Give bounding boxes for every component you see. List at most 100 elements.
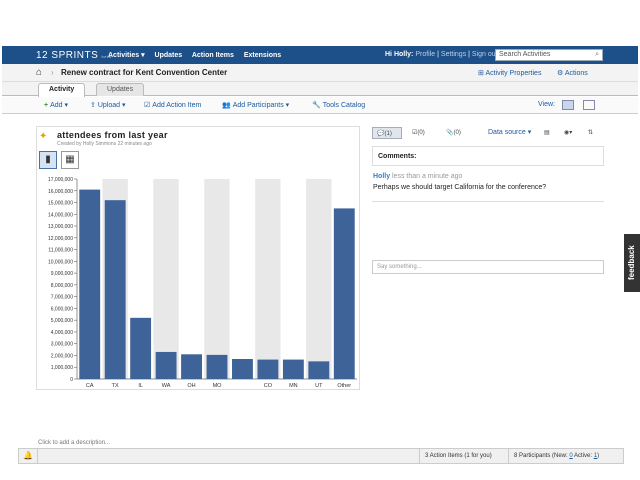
sparkle-icon: ✦ xyxy=(39,131,48,142)
settings-icon[interactable]: ◉▾ xyxy=(560,127,576,139)
y-tick-label: 11,000,000 xyxy=(48,248,73,254)
bar xyxy=(232,359,253,379)
right-tabs: 💬(1) ☑(0) 📎(0) Data source ▾ ▤ ◉▾ ⇅ xyxy=(372,126,604,140)
y-tick-label: 6,000,000 xyxy=(51,306,73,312)
plot-band xyxy=(204,179,230,379)
y-tick-label: 9,000,000 xyxy=(51,271,73,277)
table-view-icon[interactable]: ▦ xyxy=(61,151,79,169)
status-bar: 🔔 3 Action Items (1 for you) 8 Participa… xyxy=(18,448,624,464)
y-tick-label: 3,000,000 xyxy=(51,342,73,348)
description-placeholder[interactable]: Click to add a description... xyxy=(38,440,110,446)
plot-band xyxy=(229,179,256,379)
activity-properties-link[interactable]: ⊞ Activity Properties xyxy=(478,69,541,77)
greeting: Hi Holly: xyxy=(385,51,414,58)
divider xyxy=(419,449,420,463)
bar xyxy=(130,317,152,379)
bar xyxy=(79,189,101,379)
feedback-tab[interactable]: feedback xyxy=(624,234,640,292)
home-icon[interactable]: ⌂ xyxy=(36,67,42,78)
y-tick-label: 5,000,000 xyxy=(51,318,73,324)
search-icon[interactable]: ⌕ xyxy=(595,51,599,59)
x-tick-label: CA xyxy=(86,383,94,389)
x-tick-label: UT xyxy=(315,383,323,389)
title-bar: ⌂ › Renew contract for Kent Convention C… xyxy=(2,64,638,82)
comments-tab[interactable]: 💬(1) xyxy=(372,127,402,139)
nav-updates[interactable]: Updates xyxy=(155,52,183,59)
sort-icon[interactable]: ⇅ xyxy=(584,127,597,139)
comment-author[interactable]: Holly xyxy=(373,173,390,180)
comment-text: Perhaps we should target California for … xyxy=(373,184,547,191)
tools-catalog-button[interactable]: 🔧 Tools Catalog xyxy=(312,101,365,109)
y-tick-label: 4,000,000 xyxy=(51,330,73,336)
tab-activity[interactable]: Activity xyxy=(38,83,86,97)
plus-icon: + xyxy=(44,102,49,109)
nav-action-items[interactable]: Action Items xyxy=(192,52,234,59)
view-grid-icon[interactable] xyxy=(562,100,574,110)
bar xyxy=(282,359,304,379)
divider xyxy=(508,449,509,463)
bar xyxy=(206,354,228,379)
toolbar: + Add ▾ ⇪ Upload ▾ ☑ Add Action Item 👥 Add P… xyxy=(2,97,638,114)
bar xyxy=(155,351,177,379)
y-tick-label: 8,000,000 xyxy=(51,283,73,289)
plot-band xyxy=(255,179,281,379)
action-items-count[interactable]: 3 Action Items (1 for you) xyxy=(425,453,492,459)
upload-icon: ⇪ xyxy=(90,102,96,109)
checkbox-icon: ☑ xyxy=(144,102,151,109)
table-icon[interactable]: ▤ xyxy=(540,127,554,139)
add-participants-button[interactable]: 👥 Add Participants ▾ xyxy=(222,101,289,109)
search-input[interactable]: Search Activities ⌕ xyxy=(495,49,603,61)
actions-menu[interactable]: ⚙ Actions xyxy=(557,69,588,77)
y-tick-label: 2,000,000 xyxy=(51,353,73,359)
x-tick-label: Other xyxy=(337,383,351,389)
bar xyxy=(308,361,330,379)
top-navigation: 12 SPRINTS beta Activities ▾ Updates Act… xyxy=(2,46,638,64)
y-tick-label: 16,000,000 xyxy=(48,189,73,195)
bar-chart: 0 1,000,000 2,000,000 3,000,000 4,000,000 5,0… xyxy=(48,177,357,389)
bar-chart-icon[interactable]: ▮ xyxy=(39,151,57,169)
nav-activities[interactable]: Activities ▾ xyxy=(108,52,145,59)
view-list-icon[interactable] xyxy=(583,100,595,110)
main-nav: Activities ▾ Updates Action Items Extens… xyxy=(108,51,289,59)
plot-band xyxy=(280,179,307,379)
app-logo[interactable]: 12 SPRINTS beta xyxy=(36,50,111,61)
attachments-tab[interactable]: 📎(0) xyxy=(442,127,465,139)
upload-button[interactable]: ⇪ Upload ▾ xyxy=(90,101,126,109)
profile-link[interactable]: Profile xyxy=(415,51,435,58)
settings-link[interactable]: Settings xyxy=(441,51,466,58)
chart-panel: ✦ attendees from last year Created by Ho… xyxy=(36,126,360,390)
nav-extensions[interactable]: Extensions xyxy=(244,52,281,59)
add-action-item-button[interactable]: ☑ Add Action Item xyxy=(144,101,201,109)
add-button[interactable]: + Add ▾ xyxy=(44,101,68,109)
x-tick-label: IL xyxy=(138,383,143,389)
tasks-tab[interactable]: ☑(0) xyxy=(408,127,429,139)
x-tick-label: MN xyxy=(289,383,298,389)
plot-band xyxy=(153,179,179,379)
wrench-icon: 🔧 xyxy=(312,102,321,109)
comment-input[interactable]: Say something... xyxy=(372,260,604,274)
comments-header: Comments: xyxy=(372,146,604,166)
plot-band xyxy=(306,179,332,379)
signout-link[interactable]: Sign out xyxy=(472,51,498,58)
tab-updates[interactable]: Updates xyxy=(96,83,145,96)
y-tick-label: 0 xyxy=(70,377,73,383)
y-tick-label: 14,000,000 xyxy=(48,212,73,218)
view-label: View: xyxy=(538,101,555,108)
divider xyxy=(372,201,604,202)
data-source-menu[interactable]: Data source ▾ xyxy=(488,128,531,136)
y-tick-label: 17,000,000 xyxy=(48,177,73,183)
people-icon: 👥 xyxy=(222,102,231,109)
bell-icon[interactable]: 🔔 xyxy=(23,451,33,460)
comment-time: less than a minute ago xyxy=(392,173,463,180)
chart-title: attendees from last year xyxy=(57,130,168,140)
breadcrumb-arrow-icon: › xyxy=(51,68,54,77)
bar xyxy=(181,354,202,379)
y-tick-label: 13,000,000 xyxy=(48,224,73,230)
user-links: Hi Holly: Profile | Settings | Sign out xyxy=(385,51,498,58)
participants-summary: 8 Participants (New: 0 Active: 1) xyxy=(514,453,600,459)
search-placeholder: Search Activities xyxy=(499,51,551,58)
y-tick-label: 15,000,000 xyxy=(48,201,73,207)
y-tick-label: 10,000,000 xyxy=(48,259,73,265)
x-tick-label: WA xyxy=(162,383,171,389)
x-tick-label: TX xyxy=(112,383,119,389)
